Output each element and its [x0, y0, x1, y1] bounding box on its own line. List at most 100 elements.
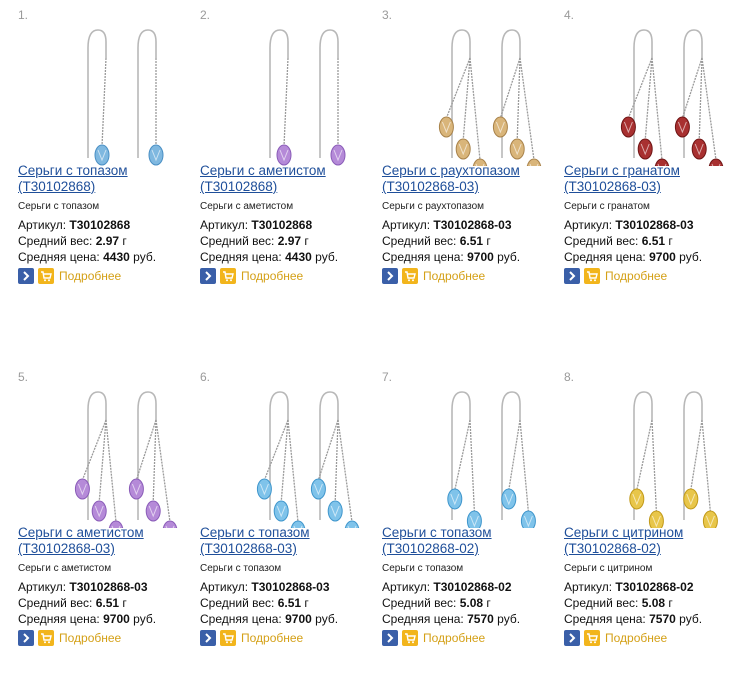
product-code[interactable]: (T30102868): [200, 179, 277, 194]
product-title-link[interactable]: Серьги с топазом (T30102868-03): [200, 525, 378, 557]
product-title[interactable]: Серьги с топазом: [200, 525, 310, 540]
price-label: Средняя цена:: [18, 612, 100, 626]
price-currency: руб.: [679, 612, 703, 626]
weight-value: 5.08: [459, 596, 484, 610]
earrings-image[interactable]: [400, 18, 550, 180]
details-link[interactable]: Подробнее: [423, 631, 485, 645]
details-link[interactable]: Подробнее: [59, 269, 121, 283]
weight-label: Средний вес:: [18, 234, 93, 248]
product-title-link[interactable]: Серьги с аметистом (T30102868): [200, 163, 378, 195]
weight-row: Средний вес: 2.97 г: [18, 234, 127, 248]
product-title-link[interactable]: Серьги с аметистом (T30102868-03): [18, 525, 196, 557]
earrings-image[interactable]: [218, 380, 368, 542]
card-actions: Подробнее: [564, 630, 667, 646]
price-row: Средняя цена: 9700 руб.: [200, 612, 338, 626]
cart-icon[interactable]: [38, 630, 54, 646]
cart-icon[interactable]: [584, 630, 600, 646]
product-number: 5.: [18, 370, 29, 384]
product-card: 1. Серьги с топазом (T30102868) Серьги с…: [18, 8, 193, 308]
product-code[interactable]: (T30102868-03): [200, 541, 297, 556]
arrow-right-icon[interactable]: [200, 268, 216, 284]
details-link[interactable]: Подробнее: [241, 269, 303, 283]
arrow-right-icon[interactable]: [382, 268, 398, 284]
product-code[interactable]: (T30102868-03): [564, 179, 661, 194]
product-title-link[interactable]: Серьги с топазом (T30102868): [18, 163, 196, 195]
product-title-link[interactable]: Серьги с раухтопазом (T30102868-03): [382, 163, 560, 195]
product-card: 6. Серьги с топазом (T30102868-03) Серьг…: [200, 370, 375, 670]
product-title[interactable]: Серьги с цитрином: [564, 525, 683, 540]
article-row: Артикул: T30102868-03: [382, 218, 512, 232]
price-value: 7570: [467, 612, 494, 626]
arrow-right-icon[interactable]: [564, 630, 580, 646]
weight-value: 6.51: [95, 596, 120, 610]
arrow-right-icon[interactable]: [382, 630, 398, 646]
price-value: 9700: [103, 612, 130, 626]
weight-row: Средний вес: 2.97 г: [200, 234, 309, 248]
article-value: T30102868-03: [69, 580, 148, 594]
product-title-link[interactable]: Серьги с топазом (T30102868-02): [382, 525, 560, 557]
product-card: 5. Серьги с аметистом (T30102868-03) Сер…: [18, 370, 193, 670]
product-code[interactable]: (T30102868-03): [382, 179, 479, 194]
product-code[interactable]: (T30102868-02): [564, 541, 661, 556]
earrings-image[interactable]: [218, 18, 368, 166]
details-link[interactable]: Подробнее: [59, 631, 121, 645]
price-row: Средняя цена: 9700 руб.: [18, 612, 156, 626]
product-code[interactable]: (T30102868-03): [18, 541, 115, 556]
product-subtitle: Серьги с аметистом: [200, 201, 294, 212]
price-row: Средняя цена: 7570 руб.: [564, 612, 702, 626]
cart-icon[interactable]: [220, 630, 236, 646]
earrings-image[interactable]: [36, 380, 186, 542]
weight-unit: г: [668, 234, 673, 248]
product-number: 6.: [200, 370, 211, 384]
earrings-image[interactable]: [582, 18, 732, 180]
product-title[interactable]: Серьги с аметистом: [18, 525, 144, 540]
price-value: 9700: [285, 612, 312, 626]
cart-icon[interactable]: [220, 268, 236, 284]
price-label: Средняя цена:: [18, 250, 100, 264]
earrings-image[interactable]: [582, 380, 732, 532]
weight-unit: г: [486, 234, 491, 248]
product-title-link[interactable]: Серьги с гранатом (T30102868-03): [564, 163, 742, 195]
cart-icon[interactable]: [402, 268, 418, 284]
weight-unit: г: [122, 234, 127, 248]
article-label: Артикул:: [382, 218, 431, 232]
arrow-right-icon[interactable]: [18, 268, 34, 284]
price-currency: руб.: [679, 250, 703, 264]
article-row: Артикул: T30102868-02: [564, 580, 694, 594]
details-link[interactable]: Подробнее: [605, 269, 667, 283]
product-title[interactable]: Серьги с топазом: [18, 163, 128, 178]
article-label: Артикул:: [564, 580, 613, 594]
arrow-right-icon[interactable]: [200, 630, 216, 646]
cart-icon[interactable]: [38, 268, 54, 284]
product-code[interactable]: (T30102868): [18, 179, 95, 194]
earrings-image[interactable]: [400, 380, 550, 532]
product-card: 8. Серьги с цитрином (T30102868-02) Серь…: [564, 370, 739, 670]
arrow-right-icon[interactable]: [564, 268, 580, 284]
details-link[interactable]: Подробнее: [241, 631, 303, 645]
product-card: 4. Серьги с гранатом (T30102868-03) Серь…: [564, 8, 739, 308]
price-row: Средняя цена: 9700 руб.: [382, 250, 520, 264]
weight-unit: г: [304, 596, 309, 610]
product-number: 3.: [382, 8, 393, 22]
cart-icon[interactable]: [584, 268, 600, 284]
product-code[interactable]: (T30102868-02): [382, 541, 479, 556]
earrings-image[interactable]: [36, 18, 186, 166]
arrow-right-icon[interactable]: [18, 630, 34, 646]
weight-row: Средний вес: 5.08 г: [382, 596, 491, 610]
weight-value: 6.51: [459, 234, 484, 248]
article-row: Артикул: T30102868-02: [382, 580, 512, 594]
price-label: Средняя цена:: [382, 250, 464, 264]
weight-value: 2.97: [277, 234, 302, 248]
weight-row: Средний вес: 6.51 г: [18, 596, 127, 610]
product-title[interactable]: Серьги с гранатом: [564, 163, 680, 178]
product-number: 7.: [382, 370, 393, 384]
weight-row: Средний вес: 6.51 г: [200, 596, 309, 610]
details-link[interactable]: Подробнее: [423, 269, 485, 283]
price-currency: руб.: [315, 250, 339, 264]
product-title[interactable]: Серьги с аметистом: [200, 163, 326, 178]
details-link[interactable]: Подробнее: [605, 631, 667, 645]
product-title[interactable]: Серьги с раухтопазом: [382, 163, 520, 178]
product-title[interactable]: Серьги с топазом: [382, 525, 492, 540]
product-title-link[interactable]: Серьги с цитрином (T30102868-02): [564, 525, 742, 557]
cart-icon[interactable]: [402, 630, 418, 646]
